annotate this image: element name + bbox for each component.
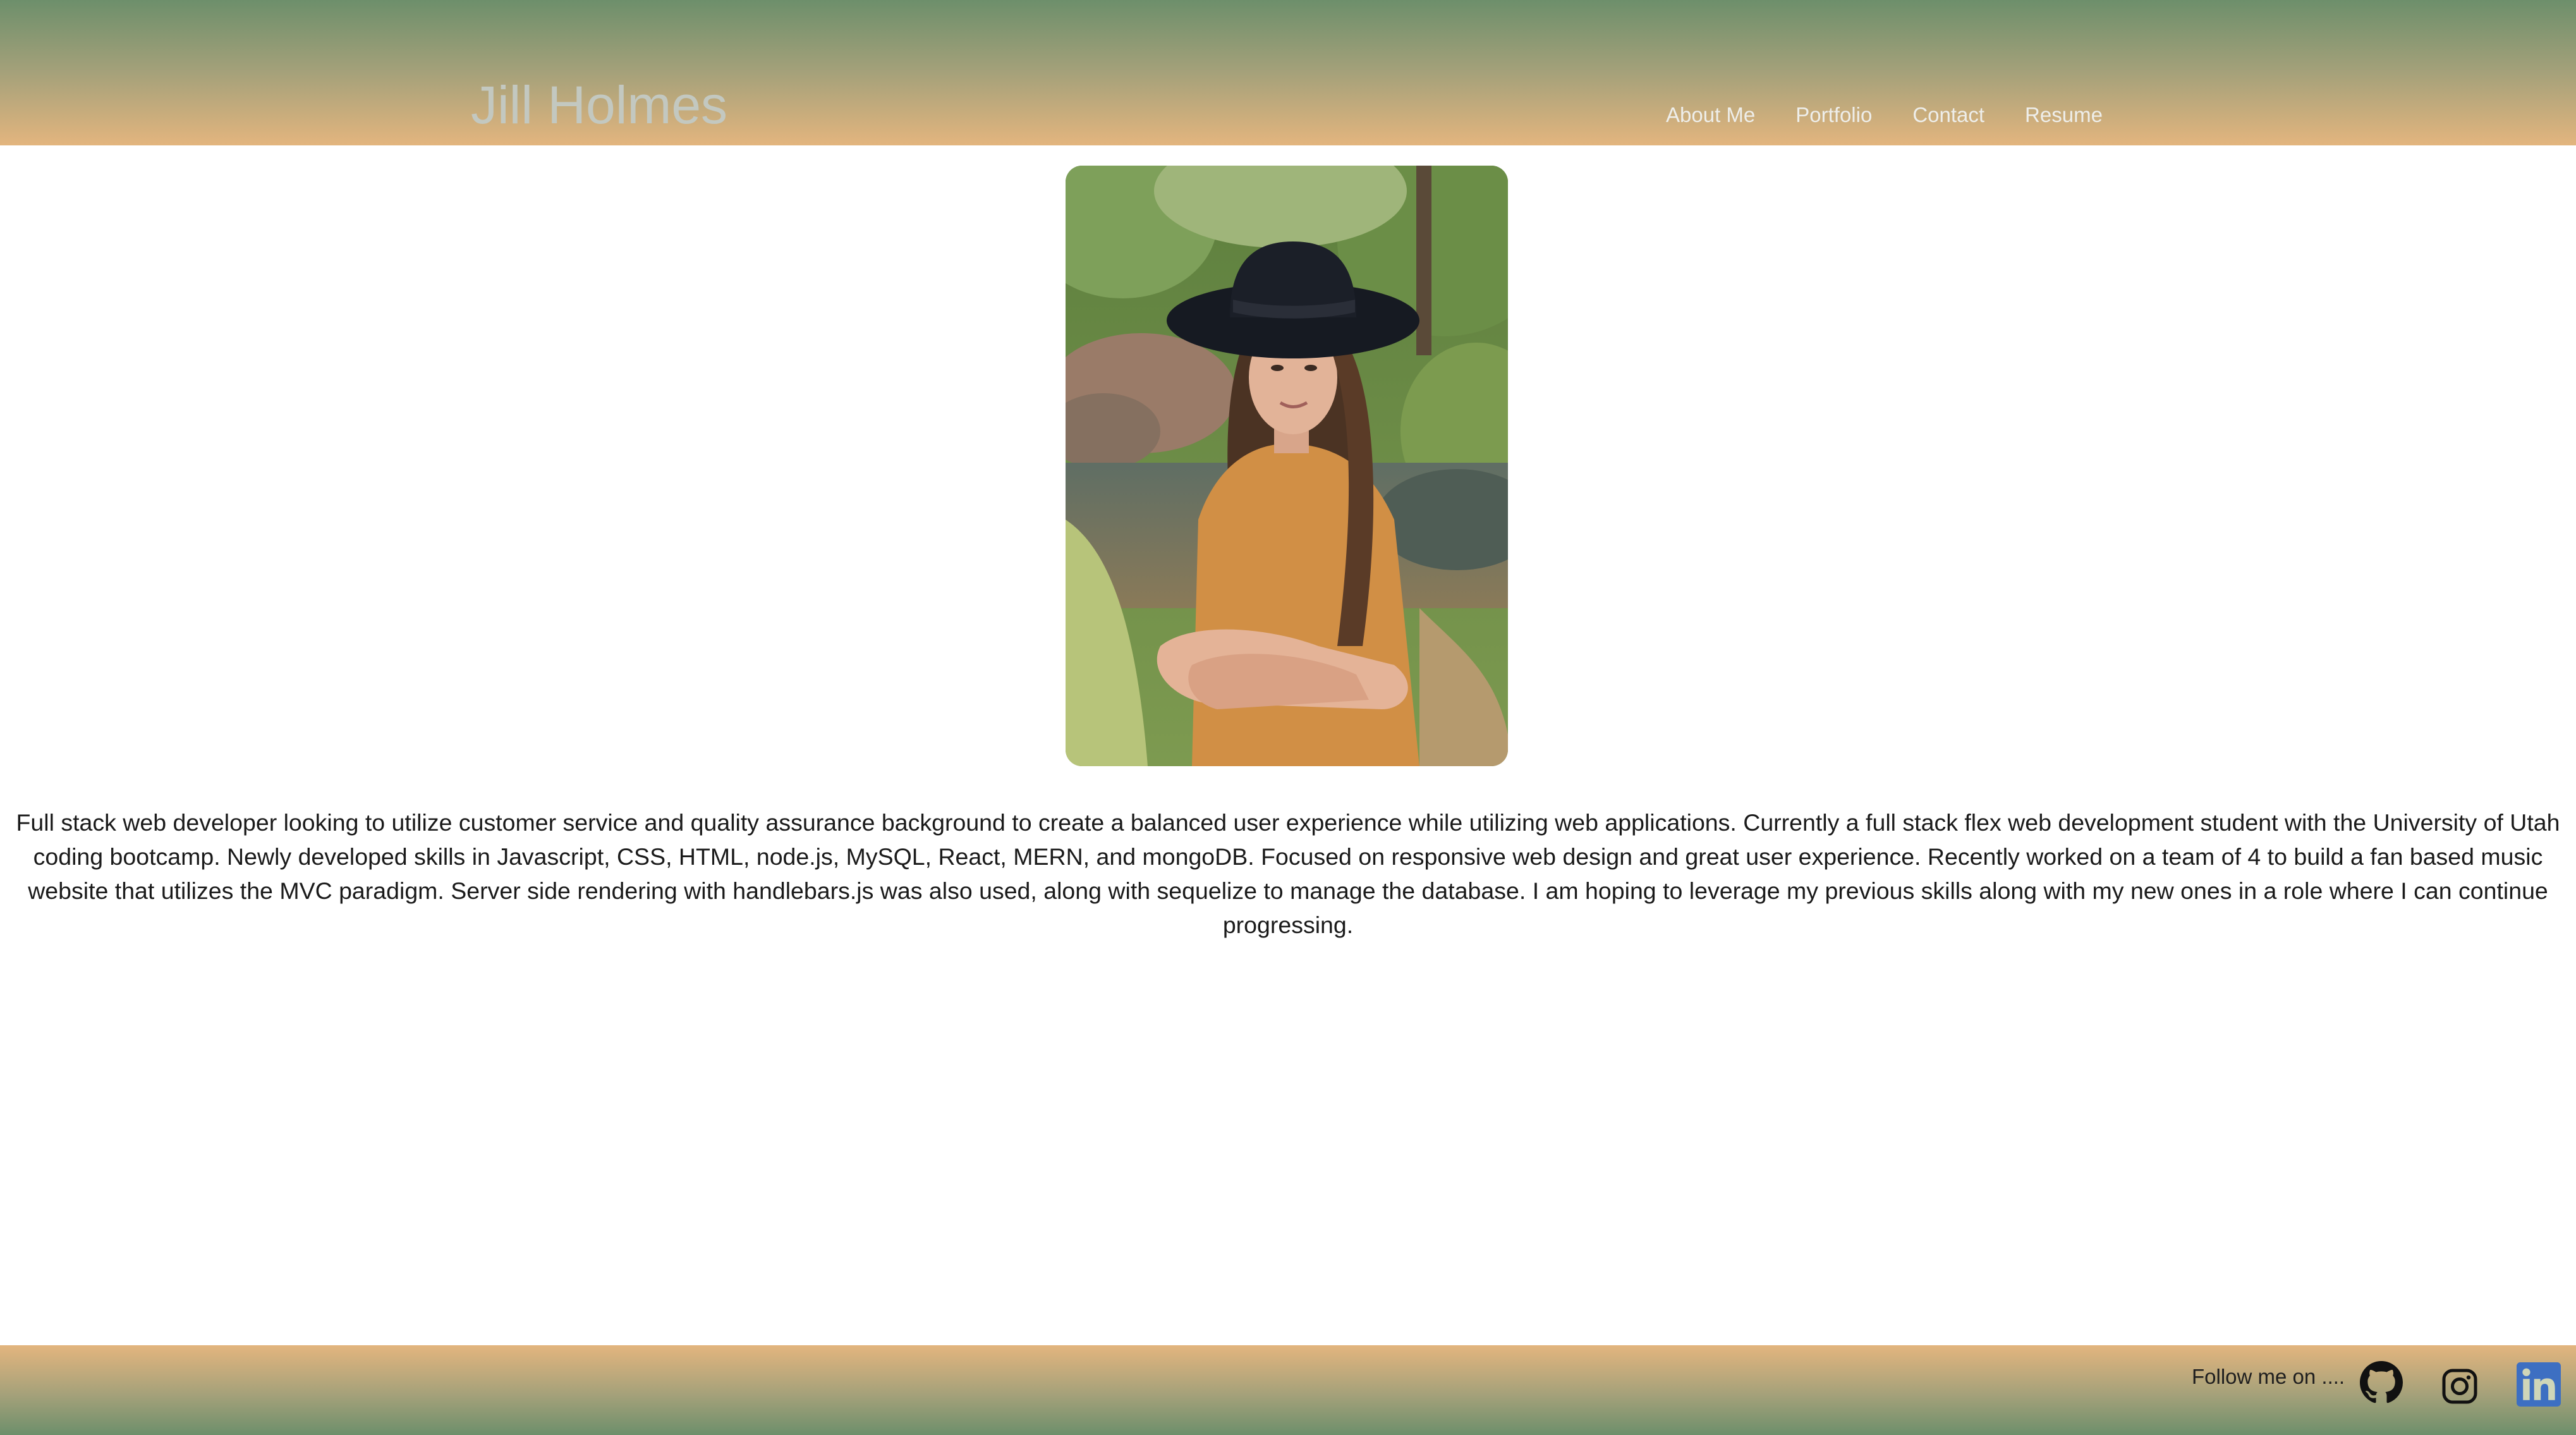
linkedin-icon-graphic [2517,1362,2561,1407]
bio-paragraph: Full stack web developer looking to util… [16,809,2560,938]
nav-link-about-me[interactable]: About Me [1666,102,1755,128]
instagram-icon-graphic [2442,1369,2477,1404]
site-footer [0,1345,2576,1435]
github-icon[interactable] [2360,1361,2403,1404]
site-title[interactable]: Jill Holmes [471,75,727,135]
instagram-icon[interactable] [2441,1367,2479,1405]
nav-link-resume[interactable]: Resume [2025,102,2103,128]
main-nav: About Me Portfolio Contact Resume [1666,102,2103,128]
profile-photo [1066,166,1508,766]
site-header: Jill Holmes About Me Portfolio Contact R… [0,0,2576,145]
nav-link-portfolio[interactable]: Portfolio [1795,102,1872,128]
nav-link-contact[interactable]: Contact [1912,102,1984,128]
profile-photo-illustration [1066,166,1508,766]
github-icon-graphic [2360,1361,2403,1403]
linkedin-icon[interactable] [2517,1362,2561,1407]
follow-me-text: Follow me on .... [2192,1365,2345,1388]
